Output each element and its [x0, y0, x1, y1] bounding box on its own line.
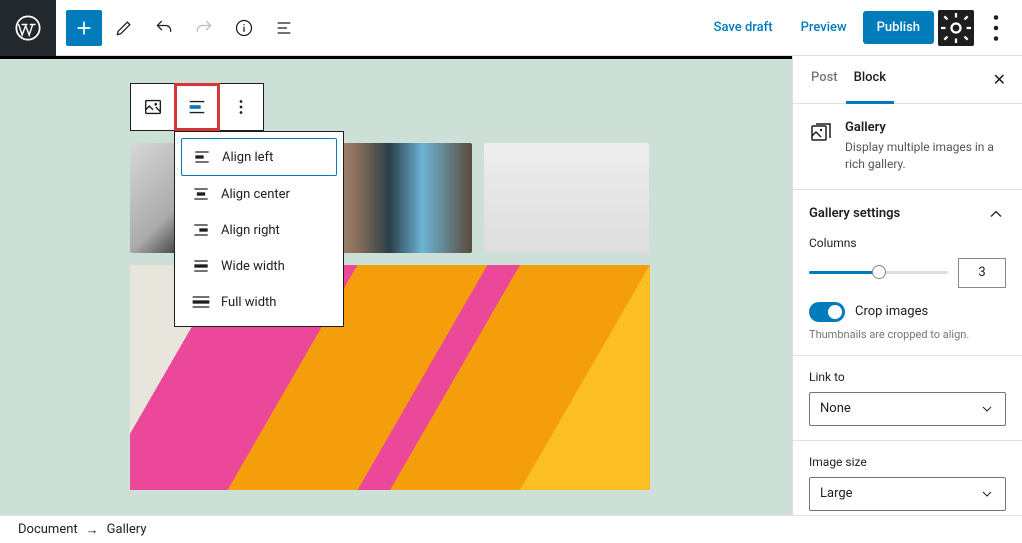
tab-post[interactable]: Post — [803, 56, 846, 103]
columns-input[interactable] — [958, 258, 1006, 288]
gallery-icon — [809, 120, 833, 144]
block-info-panel: Gallery Display multiple images in a ric… — [793, 104, 1022, 190]
align-center-icon — [191, 184, 211, 204]
linkto-select[interactable]: None — [809, 392, 1006, 426]
dropdown-item-label: Full width — [221, 295, 276, 310]
full-width-icon — [191, 292, 211, 312]
select-value: None — [820, 401, 851, 416]
wp-logo[interactable] — [0, 0, 56, 56]
gallery-settings-panel-toggle[interactable]: Gallery settings — [809, 204, 1006, 224]
crop-images-toggle[interactable] — [809, 302, 845, 322]
undo-button[interactable] — [146, 10, 182, 46]
more-options-button[interactable] — [978, 10, 1014, 46]
imagesize-label: Image size — [809, 455, 1006, 469]
tab-block[interactable]: Block — [846, 56, 894, 104]
redo-button[interactable] — [186, 10, 222, 46]
wide-width-option[interactable]: Wide width — [181, 248, 337, 284]
block-description: Display multiple images in a rich galler… — [845, 139, 1006, 173]
gallery-block[interactable] — [0, 59, 792, 514]
top-toolbar: Save draft Preview Publish — [0, 0, 1022, 56]
info-button[interactable] — [226, 10, 262, 46]
select-value: Large — [820, 486, 853, 501]
columns-label: Columns — [809, 236, 1006, 250]
imagesize-select[interactable]: Large — [809, 477, 1006, 511]
full-width-option[interactable]: Full width — [181, 284, 337, 320]
block-type-button[interactable] — [131, 84, 175, 130]
close-sidebar-button[interactable]: ✕ — [987, 56, 1012, 103]
align-center-option[interactable]: Align center — [181, 176, 337, 212]
save-draft-button[interactable]: Save draft — [702, 12, 785, 43]
publish-button[interactable]: Publish — [863, 11, 934, 44]
dropdown-item-label: Wide width — [221, 259, 285, 274]
add-block-button[interactable] — [66, 10, 102, 46]
wide-width-icon — [191, 256, 211, 276]
editor-canvas[interactable]: Align left Align center Align right Wide… — [0, 56, 792, 515]
gallery-image[interactable] — [484, 143, 649, 253]
settings-sidebar: Post Block ✕ Gallery Display multiple im… — [792, 56, 1022, 515]
panel-title: Gallery settings — [809, 206, 900, 221]
crop-images-label: Crop images — [855, 304, 928, 319]
align-dropdown: Align left Align center Align right Wide… — [174, 131, 344, 327]
align-right-icon — [191, 220, 211, 240]
dropdown-item-label: Align left — [222, 150, 273, 165]
settings-button[interactable] — [938, 10, 974, 46]
dropdown-item-label: Align right — [221, 223, 280, 238]
breadcrumb-root[interactable]: Document — [18, 522, 78, 537]
dropdown-item-label: Align center — [221, 187, 290, 202]
chevron-down-icon — [979, 486, 995, 502]
linkto-label: Link to — [809, 370, 1006, 384]
columns-slider[interactable] — [809, 271, 948, 274]
chevron-down-icon — [979, 401, 995, 417]
outline-button[interactable] — [266, 10, 302, 46]
breadcrumb-current[interactable]: Gallery — [107, 522, 147, 537]
align-right-option[interactable]: Align right — [181, 212, 337, 248]
preview-button[interactable]: Preview — [789, 12, 859, 43]
block-toolbar — [130, 83, 264, 131]
crop-help-text: Thumbnails are cropped to align. — [809, 328, 1006, 341]
align-button[interactable] — [175, 84, 219, 130]
align-left-icon — [192, 147, 212, 167]
breadcrumb: Document → Gallery — [0, 515, 1022, 543]
align-left-option[interactable]: Align left — [181, 138, 337, 176]
chevron-up-icon — [986, 204, 1006, 224]
block-more-button[interactable] — [219, 84, 263, 130]
edit-mode-button[interactable] — [106, 10, 142, 46]
block-title: Gallery — [845, 120, 1006, 135]
